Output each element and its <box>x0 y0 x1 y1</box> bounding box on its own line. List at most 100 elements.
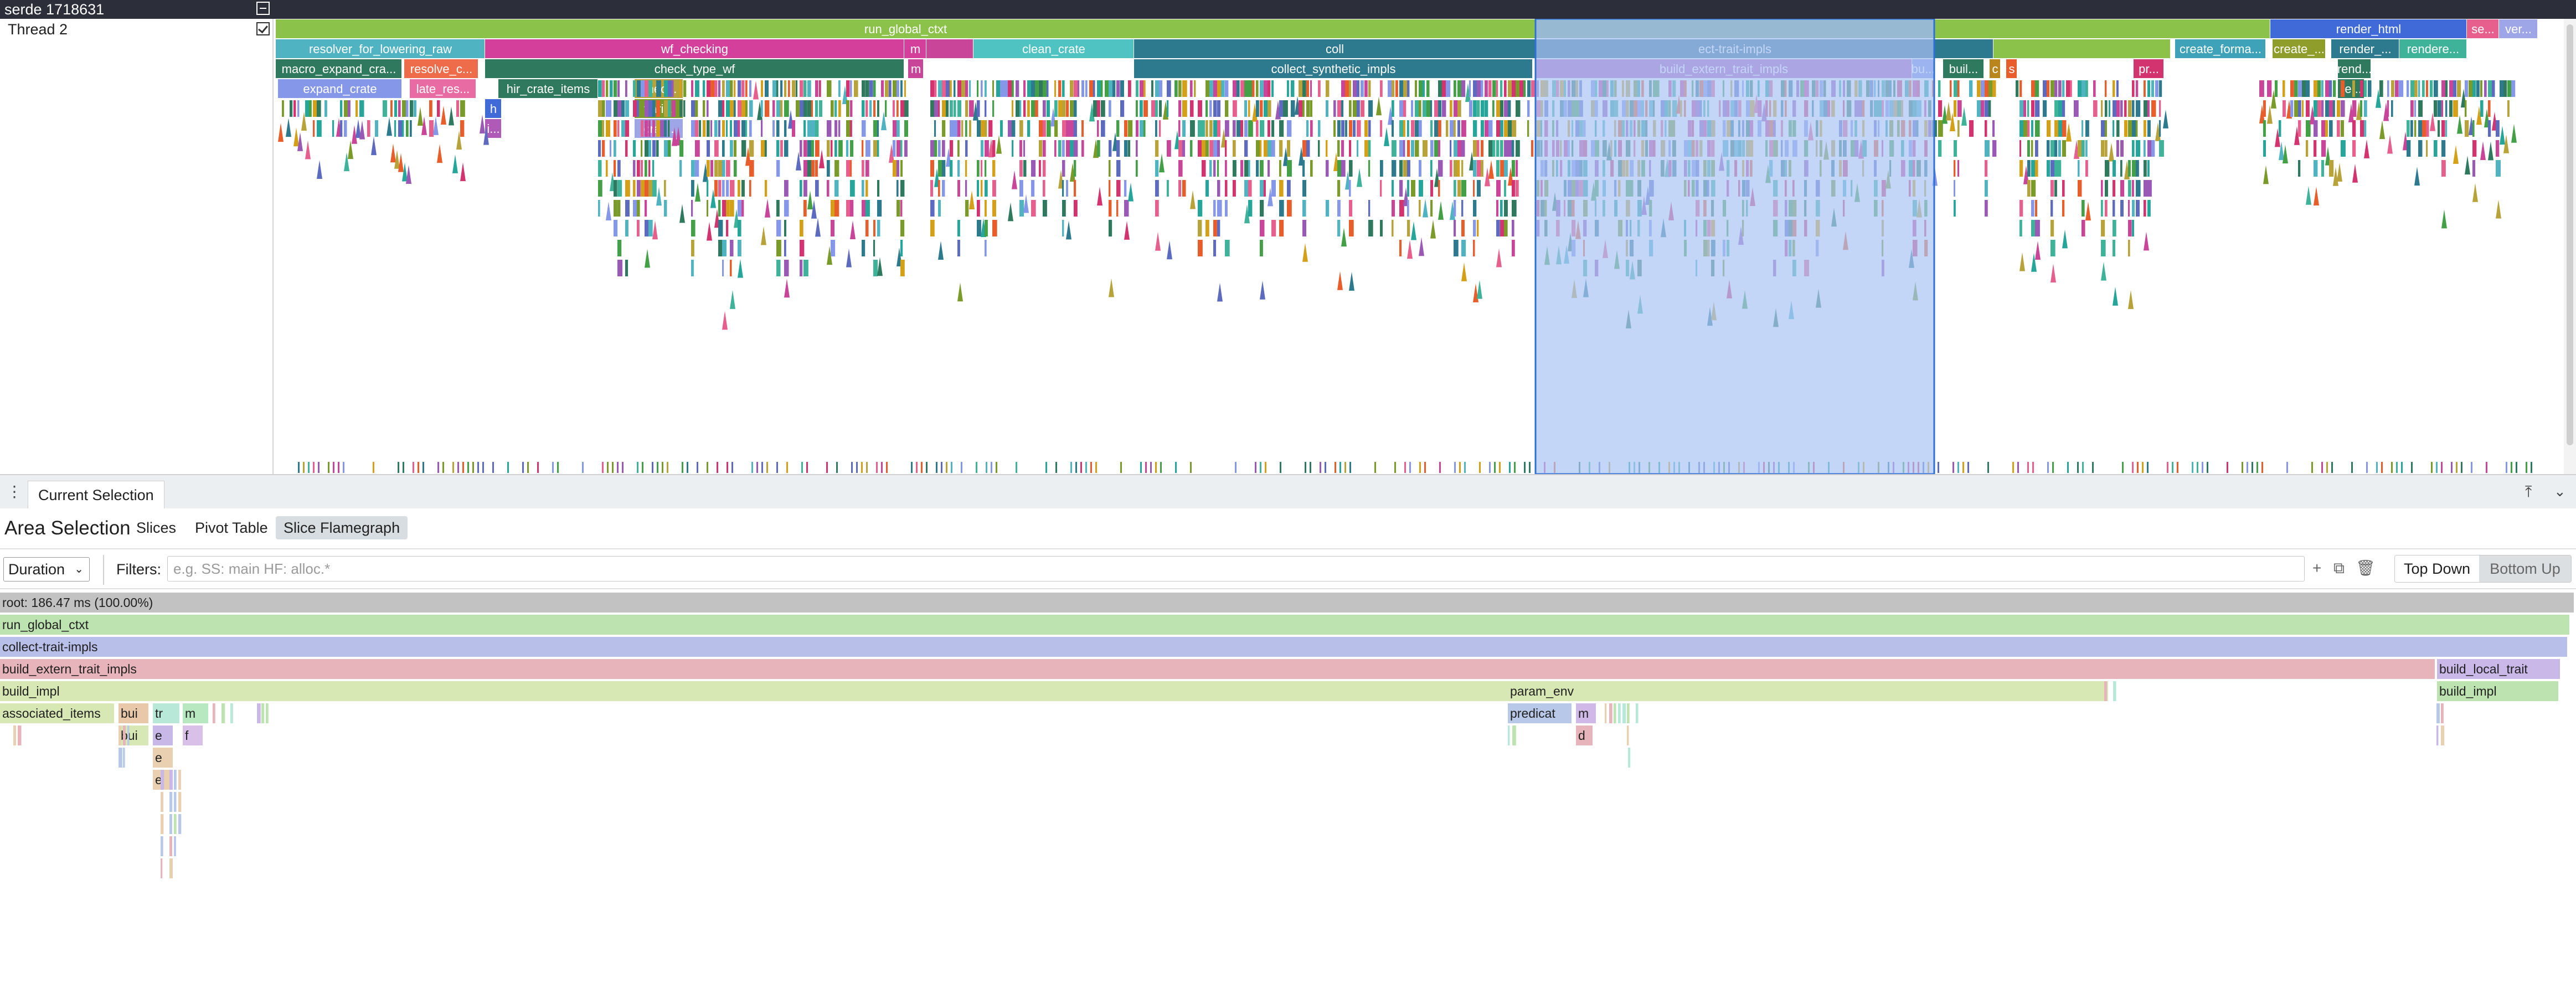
slice-bar <box>1392 200 1395 217</box>
more-vertical-icon[interactable]: ⋮ <box>7 484 22 500</box>
collapse-track-icon[interactable] <box>256 2 270 15</box>
flamegraph-node[interactable]: build_extern_trait_impls <box>0 659 2435 679</box>
slice-bar <box>951 462 952 473</box>
slice[interactable]: create_... <box>2273 39 2325 58</box>
slice-bar <box>2396 462 2398 473</box>
flamegraph-node-bar[interactable] <box>0 593 2574 613</box>
slice[interactable]: rendere... <box>2399 39 2466 58</box>
slice-bar <box>429 100 432 117</box>
flamegraph-node[interactable]: root: 186.47 ms (100.00%) <box>0 593 2574 613</box>
process-track-header[interactable]: serde 1718631 <box>0 0 2576 19</box>
slice[interactable]: resolve_c... <box>404 59 478 78</box>
slice[interactable]: m <box>904 39 926 58</box>
metric-select[interactable]: Duration ⌄ <box>3 557 90 582</box>
slice-bar <box>1190 120 1195 137</box>
slice-bar <box>1473 120 1477 137</box>
flamegraph-node[interactable]: e <box>153 725 173 745</box>
slice[interactable]: render_html <box>2270 19 2466 38</box>
subtab-pivot-table[interactable]: Pivot Table <box>187 516 276 539</box>
slice-label: hir_crate_items <box>507 82 590 96</box>
slice-bar <box>2105 180 2108 197</box>
slice[interactable]: expand_crate <box>278 79 401 98</box>
slice-bar[interactable] <box>926 39 973 58</box>
slice[interactable]: buil... <box>1943 59 1983 78</box>
slice-bar <box>1198 200 1203 217</box>
flamegraph-node[interactable]: build_impl <box>2437 681 2558 701</box>
flamegraph-node[interactable]: param_env <box>1508 681 2108 701</box>
tab-current-selection[interactable]: Current Selection <box>28 481 164 509</box>
flamegraph-node[interactable]: collect-trait-impls <box>0 637 2567 657</box>
slice[interactable]: collect_synthetic_impls <box>1134 59 1532 78</box>
flamegraph-node[interactable]: tr <box>153 703 179 723</box>
slice[interactable]: check_type_wf <box>485 59 904 78</box>
flamegraph-node-bar[interactable] <box>1508 681 2108 701</box>
slice[interactable]: h <box>485 99 501 118</box>
slice[interactable]: resolver_for_lowering_raw <box>276 39 485 58</box>
slice-bar <box>916 462 918 473</box>
slice-bar <box>1074 120 1077 137</box>
flamegraph-node-bar[interactable] <box>0 615 2569 635</box>
slice-bar[interactable] <box>1934 19 2270 38</box>
timeline-scrollbar[interactable] <box>2564 19 2576 474</box>
slice[interactable]: rend... <box>2337 59 2372 78</box>
copy-icon[interactable]: ⧉ <box>2333 557 2345 579</box>
flamegraph-node[interactable]: bui <box>119 703 148 723</box>
slice[interactable]: m <box>908 59 923 78</box>
subtab-slice-flamegraph[interactable]: Slice Flamegraph <box>276 516 408 539</box>
slice[interactable]: hir_crate_items <box>498 79 597 98</box>
flamegraph-node[interactable]: e <box>153 748 173 768</box>
track-select-checkbox[interactable] <box>256 22 270 35</box>
top-down-button[interactable]: Top Down <box>2395 555 2479 582</box>
slice[interactable]: s <box>2006 59 2017 78</box>
flamegraph-node[interactable]: d <box>1576 725 1593 745</box>
flamegraph-node-bar[interactable] <box>0 637 2567 657</box>
slice[interactable] <box>1993 39 2170 58</box>
flamegraph-node[interactable]: build_local_trait <box>2437 659 2560 679</box>
flamegraph-node[interactable]: m <box>1576 703 1596 723</box>
slice-bar <box>1268 120 1270 137</box>
pin-to-top-icon[interactable]: ⤒ <box>2525 483 2532 501</box>
slice-bar <box>1209 120 1213 137</box>
slice-bar <box>1464 462 1466 473</box>
filter-input[interactable] <box>167 556 2305 582</box>
area-selection[interactable] <box>1534 19 1935 474</box>
slice[interactable]: macro_expand_cra... <box>276 59 401 78</box>
slice-bar <box>734 100 736 117</box>
add-filter-icon[interactable]: + <box>2312 557 2321 579</box>
slice[interactable]: wf_checking <box>485 39 904 58</box>
flamegraph-node-bar <box>230 703 233 723</box>
subtab-slices[interactable]: Slices <box>128 516 184 539</box>
slice[interactable]: ver... <box>2499 19 2537 38</box>
slice[interactable]: c <box>1990 59 2000 78</box>
thread-track-shell[interactable]: Thread 2 <box>0 19 274 474</box>
slice[interactable]: late_res... <box>410 79 476 98</box>
chevron-down-icon[interactable]: ⌄ <box>2554 483 2566 500</box>
slice[interactable]: coll <box>1134 39 1535 58</box>
slice-bar <box>305 100 310 117</box>
slice[interactable]: render_... <box>2331 39 2399 58</box>
flamegraph-node-bar[interactable] <box>0 659 2435 679</box>
slice-flamegraph[interactable]: root: 186.47 ms (100.00%)run_global_ctxt… <box>0 593 2576 988</box>
thread-flame-chart[interactable]: run_global_ctxt render_html se... ver... res… <box>274 19 2564 474</box>
slice[interactable] <box>1934 19 2270 38</box>
slice[interactable]: create_forma... <box>2175 39 2265 58</box>
slice-bar <box>2453 80 2457 97</box>
flamegraph-node[interactable]: associated_items <box>0 703 114 723</box>
trash-icon[interactable]: 🗑 <box>2356 557 2376 579</box>
slice[interactable] <box>926 39 973 58</box>
slice[interactable]: se... <box>2467 19 2498 38</box>
flamegraph-node[interactable]: m <box>183 703 208 723</box>
slice[interactable] <box>1934 39 1993 58</box>
slice[interactable]: clean_crate <box>973 39 1134 58</box>
slice-bar <box>2418 80 2420 97</box>
flamegraph-node[interactable]: predicat <box>1508 703 1572 723</box>
slice-bar <box>2325 80 2330 97</box>
slice[interactable]: run_global_ctxt <box>276 19 1535 38</box>
slice-bar[interactable] <box>1934 39 1993 58</box>
slice-bar <box>965 180 967 197</box>
flamegraph-node[interactable]: f <box>183 725 203 745</box>
bottom-up-button[interactable]: Bottom Up <box>2479 555 2571 582</box>
flamegraph-node[interactable]: run_global_ctxt <box>0 615 2569 635</box>
slice[interactable]: pr... <box>2134 59 2163 78</box>
slice-bar[interactable] <box>1993 39 2170 58</box>
